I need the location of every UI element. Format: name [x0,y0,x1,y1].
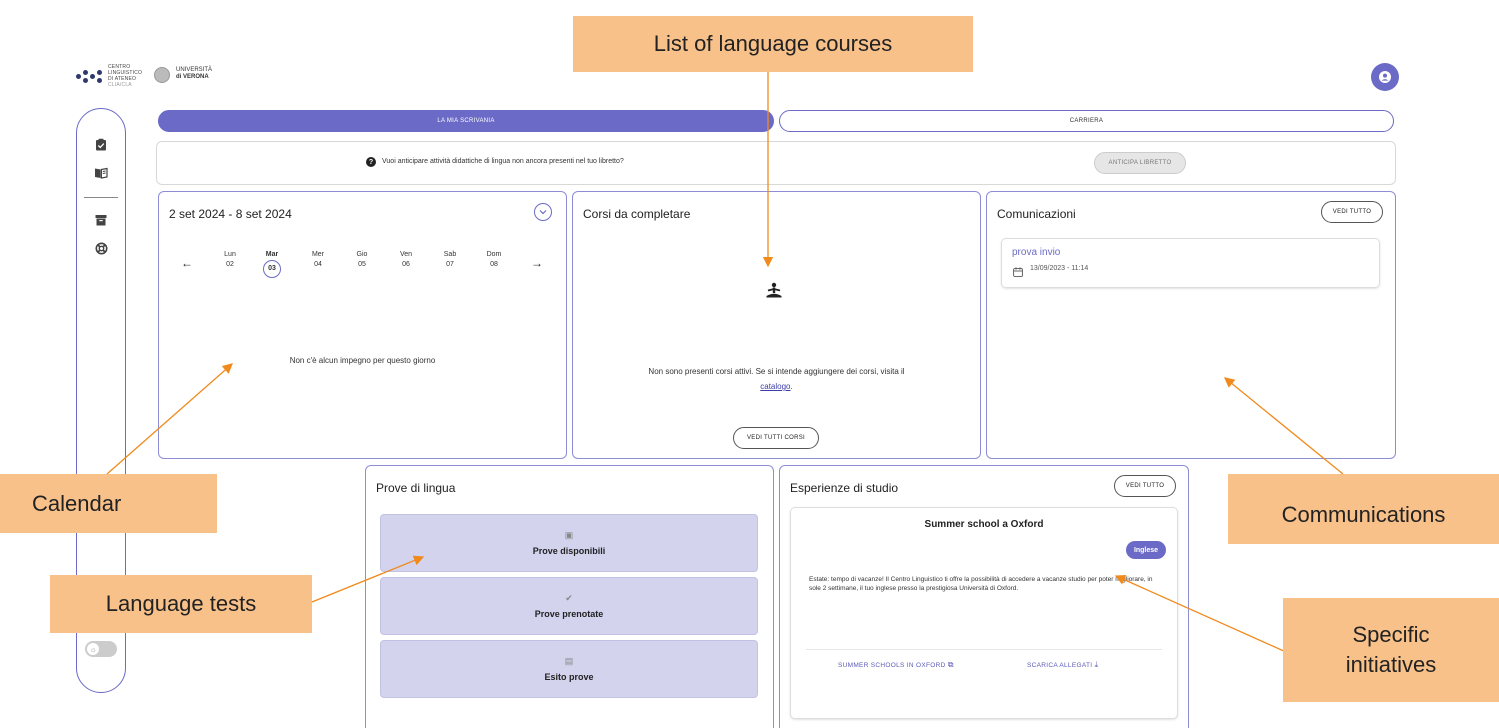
communications-vedi-tutto-button[interactable]: VEDI TUTTO [1321,201,1383,223]
check-icon: ✔ [565,593,573,603]
clia-logo-text: CENTRO LINGUISTICO DI ATENEO CLIA/CLA [108,64,143,88]
list-icon: ▤ [564,656,574,666]
lifebuoy-icon[interactable] [93,240,109,256]
calendar-day[interactable]: Mer 04 [303,250,333,270]
question-circle-icon: ? [366,157,376,167]
calendar-day[interactable]: Gio 05 [347,250,377,270]
previous-week-arrow-icon[interactable]: ← [181,256,193,270]
calendar-card [158,191,567,459]
prove-disponibili-label: Prove disponibili [532,546,606,556]
callout-specific-initiatives: Specific initiatives [1283,598,1499,702]
calendar-empty-message: Non c'è alcun impegno per questo giorno [289,356,436,365]
university-logo-text: UNIVERSITÀ di VERONA [176,67,213,80]
archive-icon[interactable] [93,212,109,228]
info-bar-text: Vuoi anticipare attività didattiche di l… [382,158,624,165]
courses-empty-message: Non sono presenti corsi attivi. Se si in… [648,367,905,391]
calendar-day[interactable]: Lun 02 [215,250,245,270]
calendar-icon [1013,264,1023,277]
summer-schools-link[interactable]: SUMMER SCHOOLS IN OXFORD ⧉ [838,660,954,670]
wallet-icon: ▣ [564,530,574,540]
download-icon: ⤓ [1094,660,1099,669]
callout-calendar: Calendar [0,474,217,533]
communication-title[interactable]: prova invio [1012,247,1060,258]
catalogo-link[interactable]: catalogo [760,382,790,391]
next-week-arrow-icon[interactable]: → [531,256,543,270]
courses-title: Corsi da completare [583,207,691,221]
esito-prove-button[interactable]: ▤ Esito prove [380,640,758,698]
communications-card [986,191,1396,459]
communications-title: Comunicazioni [997,207,1076,221]
study-experiences-title: Esperienze di studio [790,481,899,495]
clipboard-check-icon[interactable] [93,136,109,152]
courses-card [572,191,981,459]
experience-item [790,507,1178,719]
user-icon [1379,71,1391,83]
scarica-allegati-link[interactable]: SCARICA ALLEGATI ⤓ [1027,660,1098,670]
calendar-range-title: 2 set 2024 - 8 set 2024 [169,207,292,221]
book-icon[interactable] [93,165,109,181]
calendar-expand-button[interactable] [534,203,552,221]
university-seal-icon [154,67,170,83]
callout-language-tests: Language tests [50,575,312,633]
sun-icon: ☼ [87,643,99,655]
tab-carriera[interactable]: CARRIERA [779,110,1394,132]
experience-title: Summer school a Oxford [924,519,1044,530]
esito-prove-label: Esito prove [544,672,594,682]
calendar-day[interactable]: Sab 07 [435,250,465,270]
meditation-icon [765,282,783,300]
experience-divider [806,649,1162,650]
chevron-down-icon [539,210,547,215]
callout-communications: Communications [1228,474,1499,544]
vedi-tutti-corsi-button[interactable]: VEDI TUTTI CORSI [733,427,819,449]
info-bar [156,141,1396,185]
clia-logo-mark [76,66,104,86]
communication-date: 13/09/2023 - 11:14 [1030,265,1089,272]
prove-prenotate-label: Prove prenotate [534,609,604,619]
sidebar-divider [84,197,118,198]
anticipa-libretto-button[interactable]: ANTICIPA LIBRETTO [1094,152,1186,174]
callout-list-of-courses: List of language courses [573,16,973,72]
prove-disponibili-button[interactable]: ▣ Prove disponibili [380,514,758,572]
language-badge: Inglese [1126,541,1166,559]
experiences-vedi-tutto-button[interactable]: VEDI TUTTO [1114,475,1176,497]
language-tests-title: Prove di lingua [376,481,456,495]
calendar-day[interactable]: Ven 06 [391,250,421,270]
calendar-day[interactable]: Dom 08 [479,250,509,270]
theme-toggle[interactable]: ☼ [85,641,117,657]
communication-item[interactable] [1001,238,1380,288]
external-link-icon: ⧉ [947,660,954,669]
calendar-day-selected[interactable]: Mar 03 [257,250,287,278]
prove-prenotate-button[interactable]: ✔ Prove prenotate [380,577,758,635]
tab-la-mia-scrivania[interactable]: LA MIA SCRIVANIA [158,110,774,132]
user-avatar-button[interactable] [1371,63,1399,91]
experience-description: Estate: tempo di vacanze! Il Centro Ling… [809,576,1153,592]
